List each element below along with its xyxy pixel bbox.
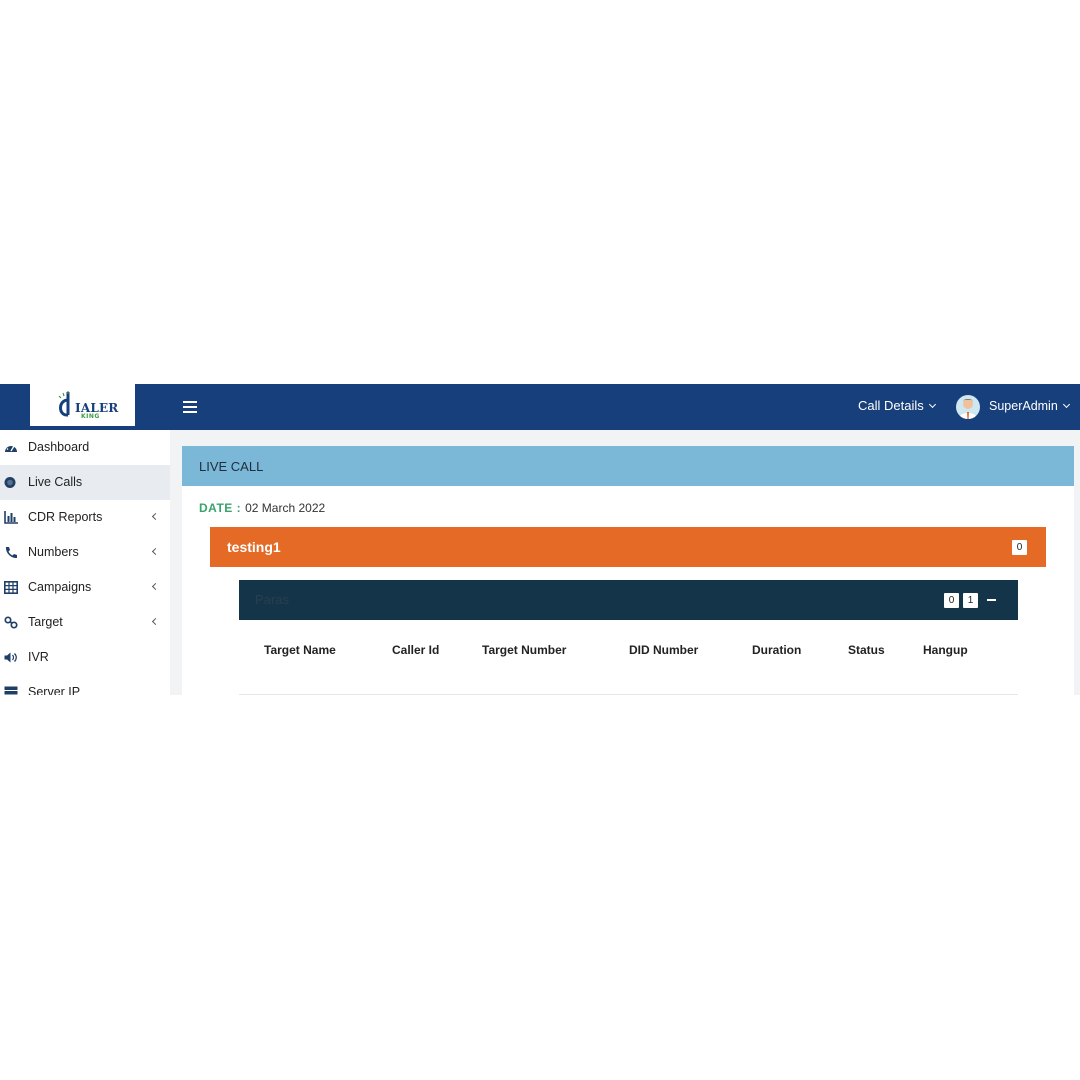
hamburger-icon[interactable] — [183, 401, 197, 413]
sidebar-item-numbers[interactable]: Numbers — [0, 535, 170, 570]
sidebar-item-ivr[interactable]: IVR — [0, 640, 170, 675]
column-header-target-name[interactable]: Target Name — [264, 643, 336, 657]
campaign-group-title: testing1 — [227, 539, 281, 555]
sidebar-item-target[interactable]: Target — [0, 605, 170, 640]
column-header-did-number[interactable]: DID Number — [629, 643, 698, 657]
call-details-dropdown[interactable]: Call Details — [858, 398, 936, 413]
server-icon — [4, 686, 18, 695]
record-dot-icon — [4, 477, 16, 488]
sidebar-item-label: Dashboard — [28, 440, 90, 454]
sidebar-item-server-ip[interactable]: Server IP — [0, 675, 170, 695]
user-name: SuperAdmin — [989, 399, 1058, 413]
speaker-icon — [4, 652, 17, 663]
chevron-left-icon — [151, 512, 160, 521]
live-call-panel: LIVE CALL DATE :02 March 2022 testing1 0… — [182, 446, 1074, 695]
sidebar-item-label: Campaigns — [28, 580, 92, 594]
column-header-target-number[interactable]: Target Number — [482, 643, 566, 657]
column-header-hangup[interactable]: Hangup — [923, 643, 968, 657]
date-label: DATE : — [199, 501, 242, 515]
date-row: DATE :02 March 2022 — [199, 501, 325, 515]
logo-d-icon — [58, 391, 70, 417]
column-header-caller-id[interactable]: Caller Id — [392, 643, 439, 657]
app-window: IALER KING Call Details SuperAdmin Dashb… — [0, 384, 1080, 695]
avatar[interactable] — [956, 395, 980, 419]
sidebar-item-live-calls[interactable]: Live Calls — [0, 465, 170, 500]
user-menu[interactable]: SuperAdmin — [989, 399, 1070, 413]
campaign-group-header[interactable]: testing1 0 — [210, 527, 1046, 567]
calls-table-header: Target Name Caller Id Target Number DID … — [239, 620, 1018, 695]
call-details-label: Call Details — [858, 398, 924, 413]
target-group-title: Paras — [255, 592, 289, 607]
sidebar-item-label: Server IP — [28, 685, 81, 695]
phone-icon — [5, 547, 17, 559]
user-avatar-icon — [959, 399, 977, 419]
dashboard-gauge-icon — [5, 444, 17, 452]
sidebar-item-campaigns[interactable]: Campaigns — [0, 570, 170, 605]
chevron-down-icon — [1062, 400, 1070, 409]
target-group-header[interactable]: Paras 0 1 — [239, 580, 1018, 620]
sidebar-item-cdr-reports[interactable]: CDR Reports — [0, 500, 170, 535]
sidebar-item-label: Live Calls — [28, 475, 83, 489]
main-content: LIVE CALL DATE :02 March 2022 testing1 0… — [170, 430, 1080, 695]
collapse-minus-icon[interactable] — [987, 599, 996, 601]
sidebar-item-label: Target — [28, 615, 63, 629]
link-icon — [4, 616, 18, 629]
target-count-badge-b: 1 — [963, 593, 978, 608]
chevron-left-icon — [151, 547, 160, 556]
table-grid-icon — [4, 581, 18, 594]
sidebar-item-label: CDR Reports — [28, 510, 103, 524]
sidebar-item-label: IVR — [28, 650, 49, 664]
bar-chart-icon — [4, 511, 18, 524]
chevron-down-icon — [928, 400, 936, 409]
target-count-badge-a: 0 — [944, 593, 959, 608]
chevron-left-icon — [151, 582, 160, 591]
column-header-duration[interactable]: Duration — [752, 643, 801, 657]
top-navbar: IALER KING Call Details SuperAdmin — [0, 384, 1080, 430]
page-title: LIVE CALL — [199, 459, 264, 474]
chevron-left-icon — [151, 617, 160, 626]
sidebar-item-dashboard[interactable]: Dashboard — [0, 430, 170, 465]
campaign-count-badge: 0 — [1012, 540, 1027, 555]
panel-header: LIVE CALL — [182, 446, 1074, 486]
sidebar-item-label: Numbers — [28, 545, 79, 559]
sidebar: Dashboard Live Calls CDR Reports Numbers — [0, 430, 170, 695]
logo-subtext: KING — [81, 413, 100, 420]
column-header-status[interactable]: Status — [848, 643, 885, 657]
brand-logo[interactable]: IALER KING — [30, 384, 135, 426]
date-value: 02 March 2022 — [245, 501, 326, 515]
